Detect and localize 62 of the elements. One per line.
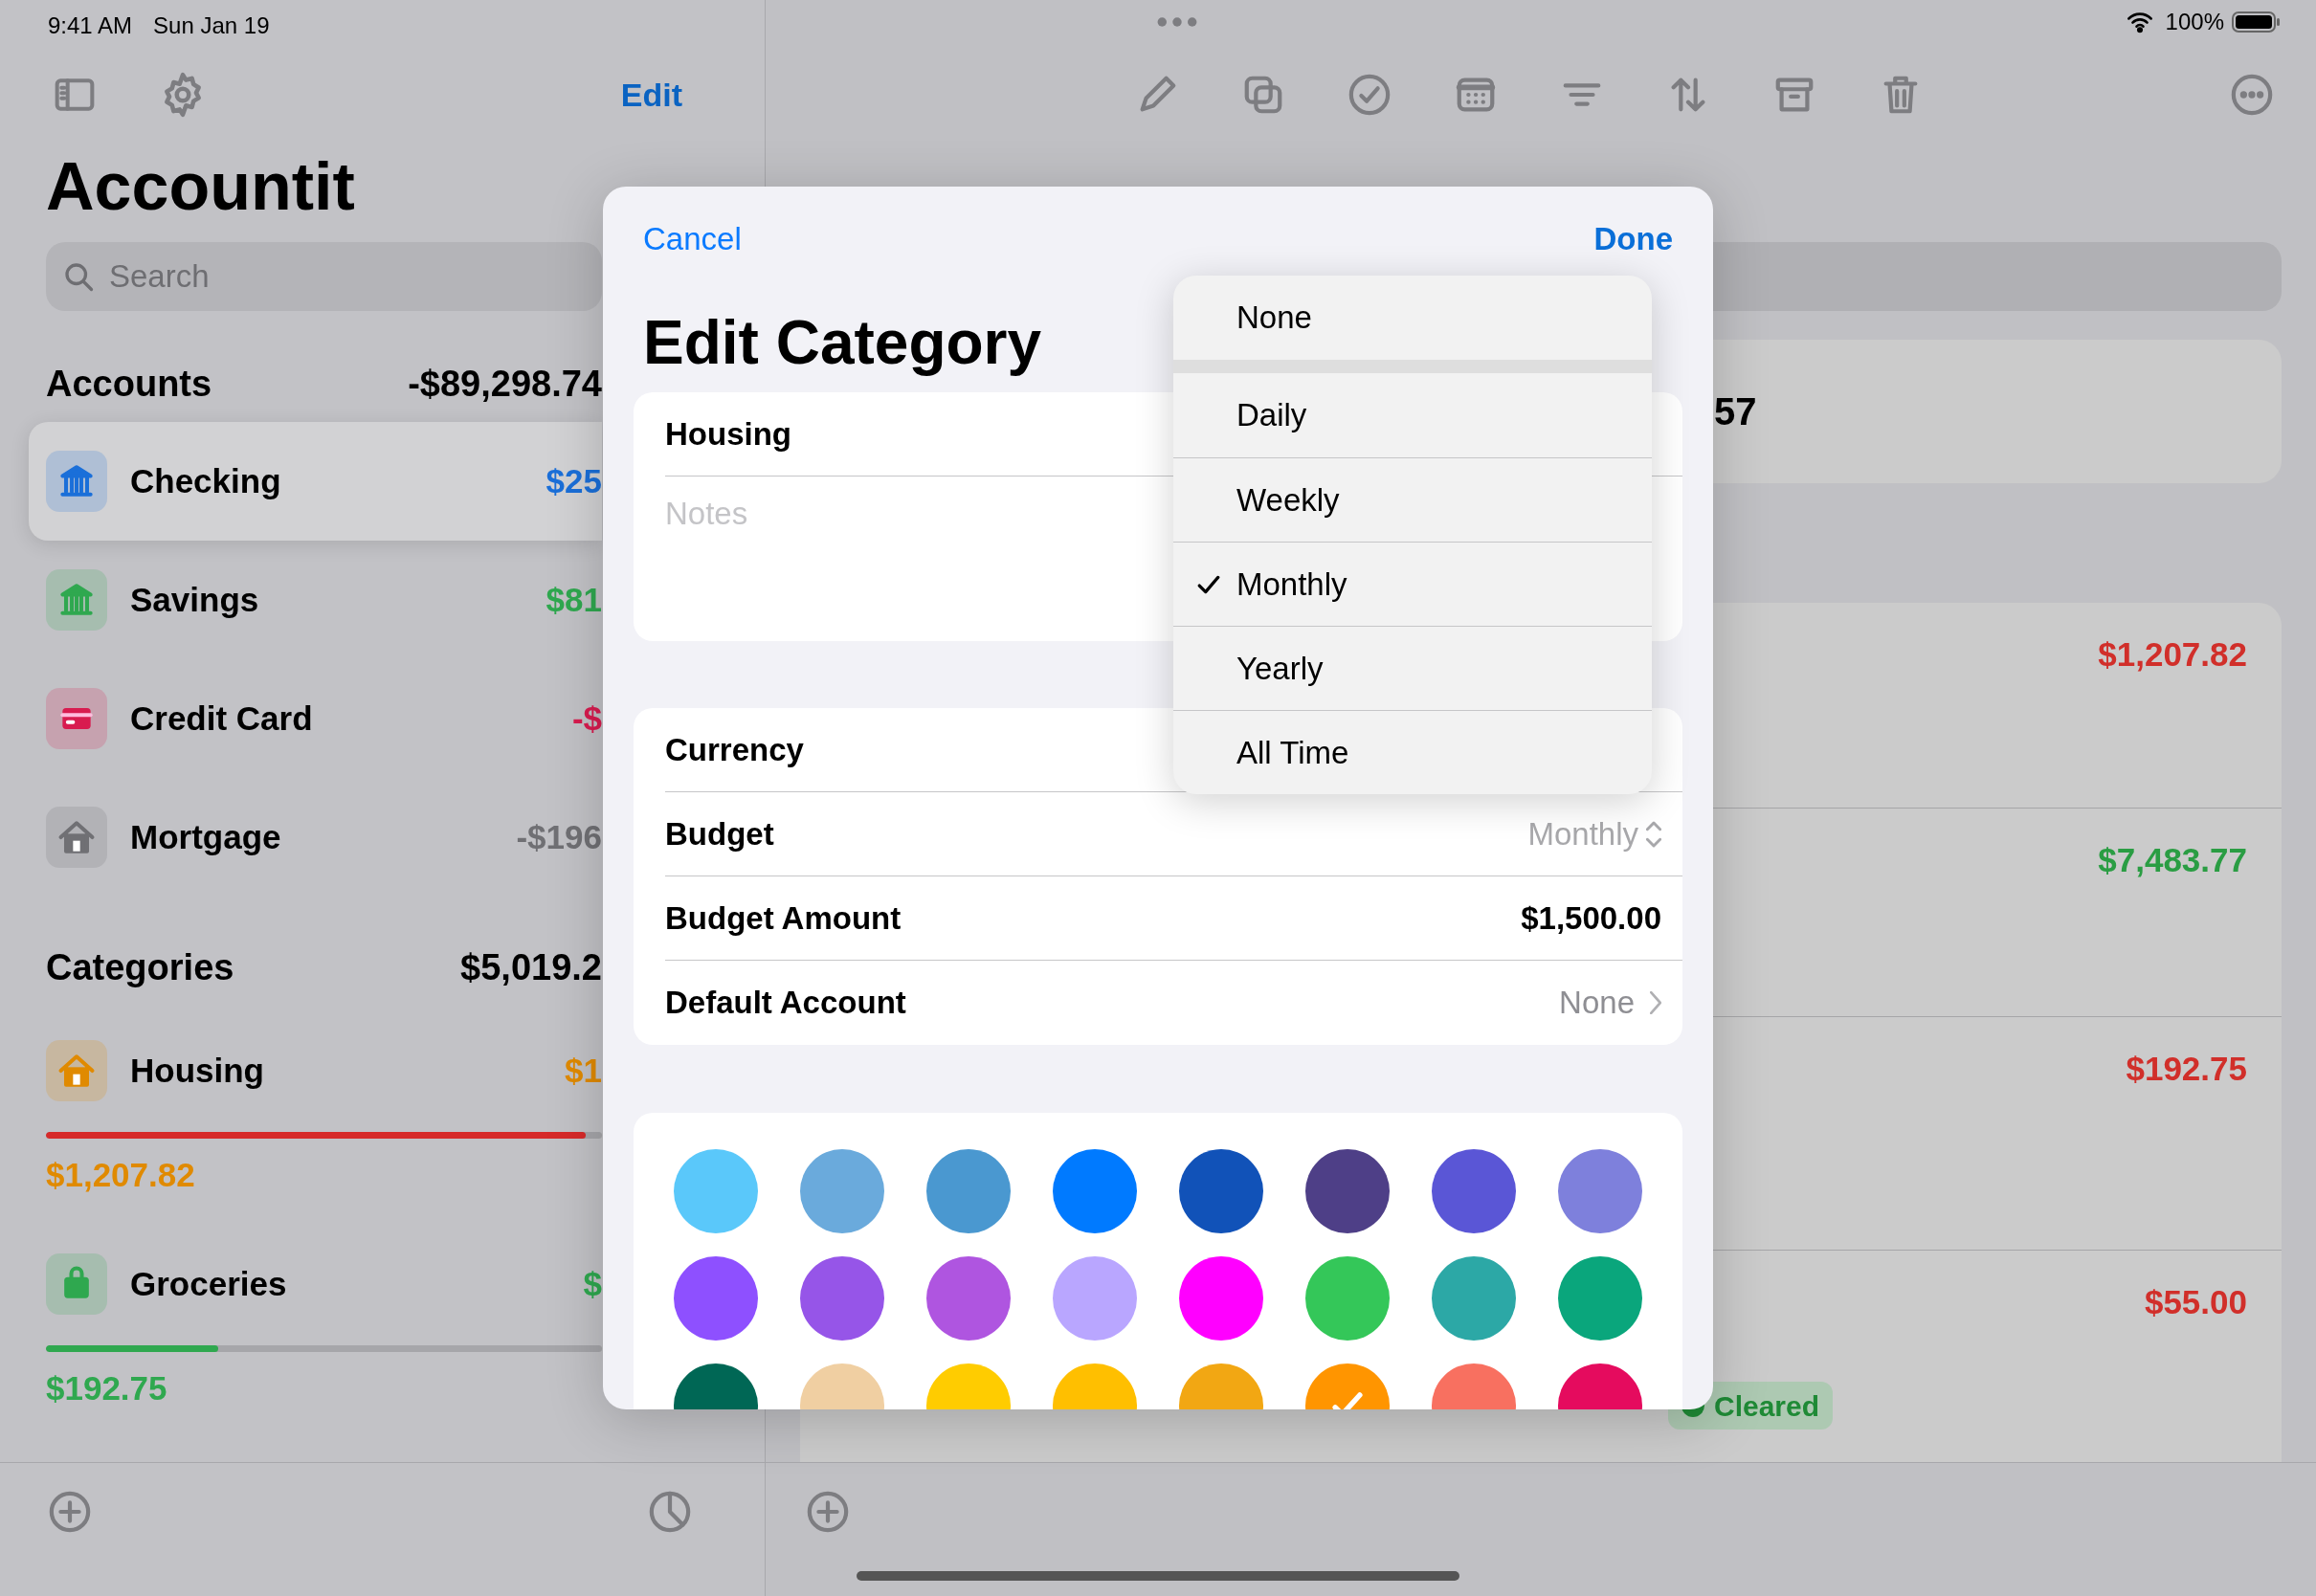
category-spent: $1,207.82 (46, 1155, 195, 1195)
menu-item[interactable]: None (1173, 276, 1652, 360)
menu-item[interactable]: Yearly (1173, 626, 1652, 710)
chevron-right-icon (1650, 991, 1661, 1014)
sheet-title: Edit Category (643, 306, 1042, 379)
account-amount: $25 (546, 460, 602, 501)
account-name: Checking (130, 460, 281, 501)
category-row[interactable]: Groceries $ (29, 1251, 602, 1318)
add-icon[interactable] (806, 1490, 850, 1534)
sidebar-title: Accountit (46, 148, 355, 226)
accounts-header: Accounts (46, 362, 212, 406)
account-row[interactable]: Mortgage -$196 (29, 778, 602, 897)
cancel-button[interactable]: Cancel (643, 215, 742, 263)
category-amount: $ (583, 1263, 602, 1304)
row-label: Budget (665, 814, 774, 853)
transaction-amount: $55.00 (2144, 1282, 2247, 1322)
menu-item[interactable]: Weekly (1173, 457, 1652, 542)
settings-row[interactable]: Budget Amount $1,500.00 (665, 876, 1682, 961)
more-dots-icon (1156, 14, 1198, 29)
account-name: Savings (130, 579, 259, 620)
category-spent: $192.75 (46, 1368, 167, 1408)
search-field[interactable]: Search (109, 253, 587, 300)
account-row[interactable]: Checking $25 (29, 422, 602, 541)
checkmark-circle-icon[interactable] (1347, 73, 1392, 117)
status-time: 9:41 AM (48, 11, 133, 40)
menu-item[interactable]: All Time (1173, 710, 1652, 794)
balance-amount: 57 (1714, 389, 1757, 434)
menu-item[interactable]: Monthly (1173, 542, 1652, 626)
battery-icon (2232, 10, 2282, 33)
status-label: Cleared (1714, 1388, 1820, 1424)
status-date: Sun Jan 19 (153, 11, 270, 40)
add-icon[interactable] (48, 1490, 92, 1534)
transaction-amount: $192.75 (2126, 1049, 2247, 1089)
transaction-amount: $1,207.82 (2098, 634, 2247, 675)
categories-header: Categories (46, 945, 234, 989)
account-name: Credit Card (130, 698, 313, 739)
account-amount: -$196 (516, 816, 602, 857)
battery-percent: 100% (2165, 7, 2224, 36)
account-row[interactable]: Credit Card -$ (29, 659, 602, 778)
category-row[interactable]: Housing $1 (29, 1037, 602, 1104)
row-value: $1,500.00 (1521, 898, 1661, 938)
search-bar[interactable]: Search (46, 242, 602, 311)
account-amount: -$ (571, 698, 602, 739)
row-value: Monthly (1527, 814, 1638, 853)
row-label: Budget Amount (665, 898, 902, 938)
category-name: Housing (130, 1050, 264, 1091)
account-name: Mortgage (130, 816, 281, 857)
settings-row[interactable]: Default Account None (665, 961, 1682, 1045)
account-amount: $81 (546, 579, 602, 620)
row-label: Currency (665, 730, 804, 769)
done-button[interactable]: Done (1593, 215, 1673, 263)
up-down-chevron-icon (1646, 820, 1661, 848)
category-amount: $1 (565, 1050, 602, 1091)
more-circle-icon[interactable] (2230, 73, 2274, 117)
accounts-total: -$89,298.74 (408, 362, 602, 406)
account-row[interactable]: Savings $81 (29, 541, 602, 659)
category-name: Groceries (130, 1263, 287, 1304)
pie-chart-icon[interactable] (648, 1490, 692, 1534)
row-label: Default Account (665, 984, 906, 1023)
row-value: None (1559, 984, 1635, 1023)
transaction-amount: $7,483.77 (2098, 840, 2247, 880)
categories-total: $5,019.2 (460, 945, 602, 989)
